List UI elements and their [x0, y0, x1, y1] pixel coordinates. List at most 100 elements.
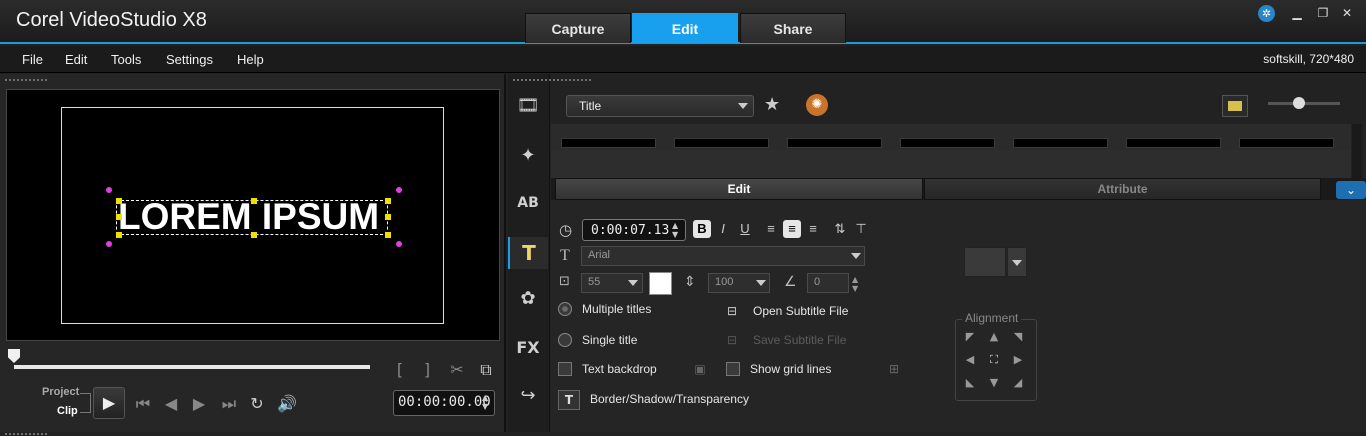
preview-title-text[interactable]: LOREM IPSUM: [118, 196, 379, 238]
title-thumbnail[interactable]: [1013, 138, 1108, 148]
title-icon[interactable]: T: [508, 237, 548, 269]
panel-grip[interactable]: [4, 78, 48, 82]
add-to-favorites-icon[interactable]: ★: [764, 94, 780, 115]
clip-mode-label[interactable]: Clip: [57, 405, 78, 417]
copy-icon[interactable]: ⧉: [476, 360, 496, 380]
align-right-icon[interactable]: ≡: [804, 220, 822, 238]
menu-file[interactable]: File: [22, 52, 43, 67]
resize-handle[interactable]: [116, 198, 122, 204]
rotate-handle[interactable]: [396, 187, 402, 193]
maximize-button[interactable]: ❐: [1314, 6, 1332, 20]
multiple-titles-radio[interactable]: [558, 302, 572, 316]
rotate-handle[interactable]: [396, 241, 402, 247]
resize-handle[interactable]: [251, 198, 257, 204]
help-icon[interactable]: ✲: [1258, 5, 1275, 22]
project-mode-label[interactable]: Project: [42, 386, 79, 398]
close-button[interactable]: ✕: [1338, 6, 1356, 20]
library-scrollbar[interactable]: [1352, 124, 1362, 178]
single-title-label[interactable]: Single title: [582, 333, 637, 347]
angle-stepper[interactable]: ▲ ▼: [852, 275, 858, 293]
bold-button[interactable]: B: [693, 220, 711, 238]
resize-handle[interactable]: [385, 232, 391, 238]
media-icon[interactable]: 🎞: [508, 90, 548, 122]
angle-input[interactable]: 0: [807, 273, 849, 293]
slider-knob[interactable]: [1293, 97, 1305, 109]
view-mode-button[interactable]: [1222, 95, 1248, 117]
mark-out-icon[interactable]: ]: [421, 360, 433, 379]
resize-handle[interactable]: [251, 232, 257, 238]
align-top-left-icon[interactable]: ◤: [962, 329, 978, 345]
resize-handle[interactable]: [385, 214, 391, 220]
align-left-position-icon[interactable]: ◀: [962, 352, 978, 368]
underline-button[interactable]: U: [736, 220, 754, 238]
font-select[interactable]: Arial: [581, 246, 865, 266]
panel-grip[interactable]: [4, 432, 48, 436]
collapse-options-button[interactable]: ⌄: [1336, 181, 1366, 199]
background-color-swatch[interactable]: [964, 247, 1006, 277]
resize-handle[interactable]: [385, 198, 391, 204]
scrubber-track[interactable]: [14, 365, 370, 369]
rotate-handle[interactable]: [106, 241, 112, 247]
italic-button[interactable]: I: [714, 220, 732, 238]
minimize-button[interactable]: ▁: [1288, 6, 1306, 20]
align-bottom-right-icon[interactable]: ◢: [1010, 375, 1026, 391]
align-left-icon[interactable]: ≡: [762, 220, 780, 238]
border-shadow-icon[interactable]: T: [558, 390, 580, 410]
options-tab-attribute[interactable]: Attribute: [924, 178, 1321, 200]
text-backdrop-label[interactable]: Text backdrop: [582, 362, 657, 376]
rotate-handle[interactable]: [106, 187, 112, 193]
scissors-icon[interactable]: ✂: [448, 360, 466, 379]
align-bottom-left-icon[interactable]: ◣: [962, 375, 978, 391]
options-tab-edit[interactable]: Edit: [555, 178, 923, 200]
title-thumbnail[interactable]: [1126, 138, 1221, 148]
border-shadow-button[interactable]: Border/Shadow/Transparency: [590, 392, 749, 406]
open-subtitle-button[interactable]: Open Subtitle File: [753, 304, 848, 318]
show-grid-checkbox[interactable]: [726, 362, 740, 376]
title-thumbnail[interactable]: [561, 138, 656, 148]
backdrop-settings-icon[interactable]: ▣: [690, 360, 710, 378]
panel-grip[interactable]: [552, 78, 592, 82]
play-button[interactable]: ▶: [93, 387, 125, 419]
text-direction-icon[interactable]: ⇅: [831, 220, 849, 238]
single-title-radio[interactable]: [558, 333, 572, 347]
resize-handle[interactable]: [116, 232, 122, 238]
home-icon[interactable]: ⏮: [134, 394, 152, 414]
align-top-right-icon[interactable]: ◥: [1010, 329, 1026, 345]
grid-settings-icon[interactable]: ⊞: [884, 360, 904, 378]
menu-help[interactable]: Help: [237, 52, 264, 67]
duration-input[interactable]: 0:00:07.13: [582, 219, 686, 241]
title-thumbnail[interactable]: [787, 138, 882, 148]
tab-share[interactable]: Share: [740, 13, 846, 43]
resize-handle[interactable]: [116, 214, 122, 220]
instant-project-icon[interactable]: ✦: [508, 140, 548, 172]
volume-icon[interactable]: 🔊: [276, 394, 298, 413]
next-frame-icon[interactable]: ▶: [190, 394, 208, 413]
tab-capture[interactable]: Capture: [525, 13, 631, 43]
title-thumbnail[interactable]: [1239, 138, 1334, 148]
title-thumbnail[interactable]: [900, 138, 995, 148]
library-gallery-select[interactable]: Title: [566, 95, 754, 117]
multiple-titles-label[interactable]: Multiple titles: [582, 302, 651, 316]
duration-stepper[interactable]: ▲ ▼: [672, 221, 678, 239]
show-grid-label[interactable]: Show grid lines: [750, 362, 831, 376]
mark-in-icon[interactable]: [: [394, 360, 406, 379]
align-top-icon[interactable]: ▲: [986, 329, 1002, 345]
filter-icon[interactable]: FX: [508, 332, 548, 364]
menu-edit[interactable]: Edit: [65, 52, 87, 67]
transition-icon[interactable]: AB: [508, 187, 548, 219]
timecode-stepper[interactable]: ▲ ▼: [482, 393, 488, 411]
scroll-text-icon[interactable]: ⊤: [852, 220, 870, 238]
align-right-position-icon[interactable]: ▶: [1010, 352, 1026, 368]
preview-timecode[interactable]: 00:00:00.00: [393, 390, 495, 416]
align-center-position-icon[interactable]: ⛶: [986, 352, 1002, 368]
previous-frame-icon[interactable]: ◀: [162, 394, 180, 413]
graphic-icon[interactable]: ✿: [508, 283, 548, 315]
align-center-icon[interactable]: ≡: [783, 220, 801, 238]
menu-settings[interactable]: Settings: [166, 52, 213, 67]
import-library-icon[interactable]: ✺: [806, 94, 828, 116]
menu-tools[interactable]: Tools: [111, 52, 141, 67]
title-thumbnail[interactable]: [674, 138, 769, 148]
open-subtitle-icon[interactable]: ⊟: [722, 302, 742, 320]
tab-edit[interactable]: Edit: [632, 13, 738, 43]
text-backdrop-checkbox[interactable]: [558, 362, 572, 376]
